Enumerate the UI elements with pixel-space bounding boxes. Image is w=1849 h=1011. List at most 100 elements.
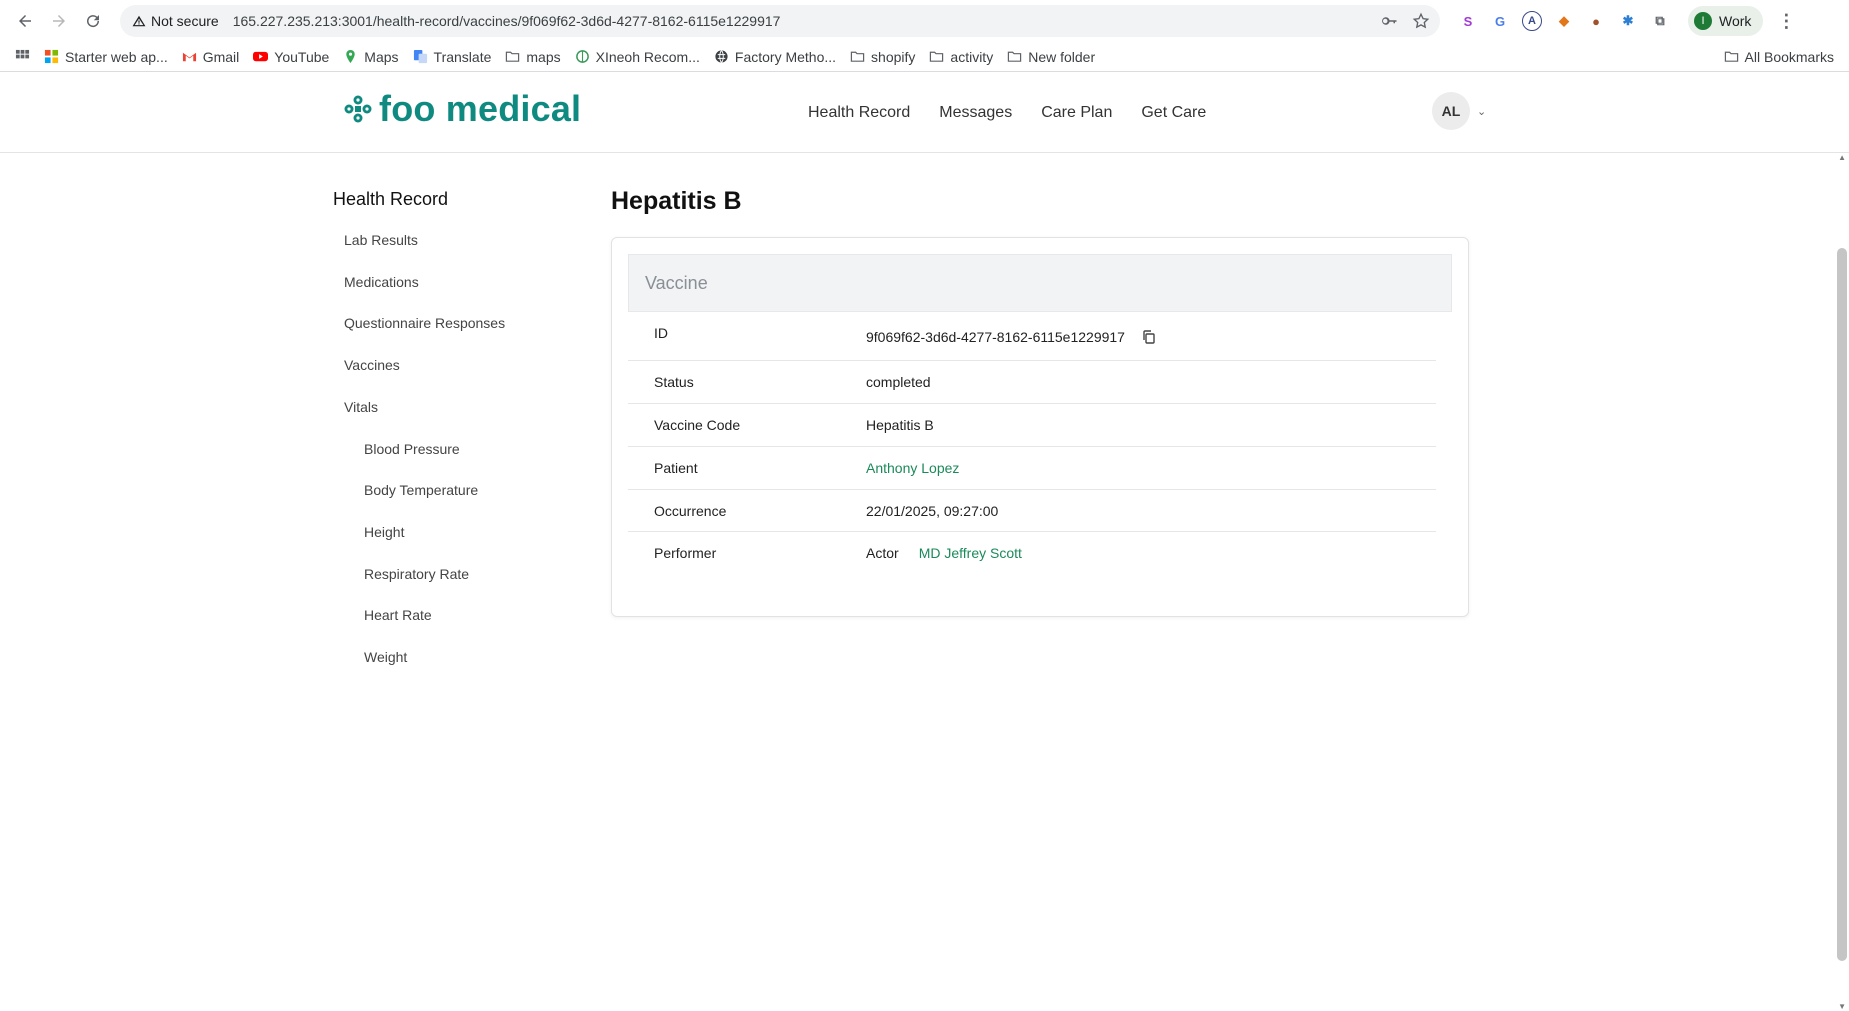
occurrence-value: 22/01/2025, 09:27:00 (866, 502, 999, 519)
page-scrollbar[interactable] (1837, 248, 1847, 961)
bookmark-label: shopify (871, 48, 916, 65)
bookmark-folder[interactable]: maps (498, 44, 567, 70)
sidebar-item-weight[interactable]: Weight (364, 649, 407, 665)
detail-row-occurrence: Occurrence 22/01/2025, 09:27:00 (628, 490, 1436, 532)
id-value: 9f069f62-3d6d-4277-8162-6115e1229917 (866, 329, 1125, 345)
folder-icon (506, 51, 520, 62)
profile-button[interactable]: I Work (1688, 6, 1764, 36)
folder-icon (1008, 51, 1022, 62)
extension-s-icon[interactable]: S (1458, 11, 1478, 31)
bookmarks-bar: Starter web ap... Gmail YouTube Maps Tra… (0, 42, 1849, 72)
sidebar-item-blood-pressure[interactable]: Blood Pressure (364, 441, 460, 457)
bookmark-folder[interactable]: shopify (843, 44, 922, 70)
sidebar-item-height[interactable]: Height (364, 524, 404, 540)
folder-icon (930, 51, 944, 62)
browser-menu-icon[interactable]: ⋮ (1777, 11, 1795, 32)
reload-icon (87, 15, 100, 28)
extension-gear-icon[interactable]: ✱ (1618, 11, 1638, 31)
sidebar-item-respiratory-rate[interactable]: Respiratory Rate (364, 566, 469, 582)
extension-translate-icon[interactable]: G (1490, 11, 1510, 31)
extension-cookie-icon[interactable]: ● (1586, 11, 1606, 31)
bookmark-item[interactable]: Maps (336, 44, 405, 70)
sidebar-item-body-temperature[interactable]: Body Temperature (364, 482, 478, 498)
performer-link[interactable]: MD Jeffrey Scott (919, 545, 1022, 561)
detail-label: ID (654, 325, 668, 341)
back-button[interactable] (8, 4, 42, 38)
bookmark-label: YouTube (274, 48, 330, 65)
status-value: completed (866, 374, 931, 390)
address-bar[interactable]: Not secure 165.227.235.213:3001/health-r… (120, 5, 1440, 37)
nav-get-care[interactable]: Get Care (1141, 104, 1206, 122)
bookmark-item[interactable]: Factory Metho... (707, 44, 843, 70)
forward-button[interactable] (42, 4, 76, 38)
bookmark-label: Starter web ap... (65, 48, 168, 65)
nav-care-plan[interactable]: Care Plan (1041, 104, 1112, 122)
all-bookmarks-button[interactable]: All Bookmarks (1717, 44, 1841, 70)
brand-logo[interactable]: foo medical (343, 88, 581, 130)
translate-icon (413, 49, 427, 64)
bookmark-item[interactable]: Translate (406, 44, 499, 70)
sidebar-item-vaccines[interactable]: Vaccines (344, 357, 400, 373)
microsoft-icon (44, 49, 59, 64)
sidebar-title: Health Record (333, 189, 449, 209)
folder-icon (1724, 51, 1738, 62)
patient-link[interactable]: Anthony Lopez (866, 460, 959, 476)
nav-health-record[interactable]: Health Record (808, 104, 910, 122)
page-content: Health Record Lab Results Medications Qu… (0, 153, 1849, 1011)
detail-row-vaccine-code: Vaccine Code Hepatitis B (628, 404, 1436, 447)
bookmark-folder[interactable]: activity (922, 44, 1000, 70)
bookmark-label: New folder (1028, 48, 1096, 65)
bookmark-label: maps (526, 48, 561, 65)
bookmark-item[interactable]: YouTube (246, 44, 336, 70)
security-label: Not secure (151, 13, 219, 29)
sidebar-item-medications[interactable]: Medications (344, 274, 419, 290)
scroll-down-icon[interactable]: ▼ (1838, 1002, 1846, 1011)
main-nav: Health Record Messages Care Plan Get Car… (808, 104, 1206, 122)
gmail-icon (182, 52, 196, 62)
sidebar-item-heart-rate[interactable]: Heart Rate (364, 607, 432, 623)
extension-a-icon[interactable]: A (1522, 11, 1542, 31)
user-menu[interactable]: AL ⌄ (1432, 92, 1486, 130)
bookmark-folder[interactable]: New folder (1000, 44, 1102, 70)
globe-icon (715, 50, 728, 63)
apps-button[interactable] (8, 44, 37, 70)
key-icon[interactable] (1380, 12, 1398, 30)
extensions-puzzle-icon[interactable]: ⧉ (1650, 11, 1670, 31)
detail-label: Performer (654, 545, 717, 561)
bookmark-item[interactable]: Gmail (175, 44, 247, 70)
detail-label: Occurrence (654, 502, 727, 519)
avatar: AL (1432, 92, 1470, 130)
bookmark-label: Translate (433, 48, 492, 65)
detail-row-id: ID 9f069f62-3d6d-4277-8162-6115e1229917 (628, 312, 1436, 361)
youtube-icon (253, 51, 269, 62)
globe-icon (575, 50, 589, 63)
bookmark-label: Factory Metho... (734, 48, 837, 65)
bookmark-item[interactable]: Starter web ap... (37, 44, 175, 70)
bookmark-label: Maps (364, 48, 399, 65)
app-header: foo medical Health Record Messages Care … (0, 72, 1849, 153)
detail-row-status: Status completed (628, 361, 1436, 404)
security-chip[interactable]: Not secure (132, 13, 233, 29)
copy-icon[interactable] (1141, 329, 1157, 345)
sidebar-item-lab-results[interactable]: Lab Results (344, 232, 418, 248)
arrow-right-icon (53, 15, 65, 27)
extension-fox-icon[interactable]: ◆ (1554, 11, 1574, 31)
browser-toolbar: Not secure 165.227.235.213:3001/health-r… (0, 0, 1849, 42)
detail-label: Status (654, 374, 694, 390)
medical-cross-icon (344, 95, 372, 123)
detail-label: Vaccine Code (654, 417, 741, 433)
warning-icon (132, 15, 146, 27)
bookmark-item[interactable]: XIneoh Recom... (568, 44, 707, 70)
sidebar-item-vitals[interactable]: Vitals (344, 399, 378, 415)
apps-grid-icon (15, 49, 30, 59)
all-bookmarks-label: All Bookmarks (1744, 48, 1834, 65)
nav-messages[interactable]: Messages (939, 104, 1012, 122)
bookmark-label: activity (950, 48, 994, 65)
star-icon[interactable] (1412, 12, 1430, 30)
profile-name: Work (1719, 13, 1752, 29)
maps-icon (346, 49, 356, 64)
scroll-up-icon[interactable]: ▲ (1838, 153, 1846, 162)
url-text[interactable]: 165.227.235.213:3001/health-record/vacci… (233, 13, 1380, 29)
reload-button[interactable] (76, 4, 110, 38)
sidebar-item-questionnaire-responses[interactable]: Questionnaire Responses (344, 315, 505, 331)
